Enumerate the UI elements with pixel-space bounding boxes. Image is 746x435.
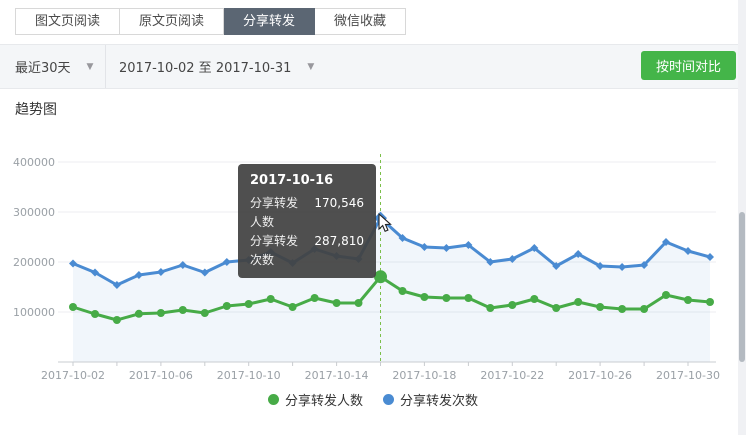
- series-area-fill: [73, 218, 710, 362]
- data-point-share-people[interactable]: [574, 298, 582, 306]
- chart-tooltip: 2017-10-16 分享转发人数 170,546 分享转发次数 287,810: [238, 164, 376, 278]
- tooltip-row: 分享转发次数 287,810: [250, 232, 364, 270]
- filter-bar: 最近30天 ▼ 2017-10-02 至 2017-10-31 ▼ 按时间对比: [0, 44, 746, 89]
- divider: [105, 45, 106, 88]
- x-axis-tick-label: 2017-10-10: [217, 369, 281, 382]
- data-point-share-people[interactable]: [706, 298, 714, 306]
- data-point-share-people[interactable]: [69, 303, 77, 311]
- data-point-share-people[interactable]: [333, 299, 341, 307]
- data-point-share-people[interactable]: [223, 302, 231, 310]
- x-axis-tick-label: 2017-10-18: [392, 369, 456, 382]
- data-point-share-people[interactable]: [596, 303, 604, 311]
- x-axis-tick-label: 2017-10-30: [656, 369, 720, 382]
- analytics-page: 图文页阅读 原文页阅读 分享转发 微信收藏 最近30天 ▼ 2017-10-02…: [0, 0, 746, 435]
- x-axis-tick-label: 2017-10-26: [568, 369, 632, 382]
- date-range-label: 2017-10-02 至 2017-10-31: [119, 57, 291, 76]
- tab-bar: 图文页阅读 原文页阅读 分享转发 微信收藏: [15, 8, 406, 35]
- legend-item-share-people[interactable]: 分享转发人数: [268, 390, 363, 409]
- x-axis-tick-label: 2017-10-02: [41, 369, 105, 382]
- time-range-dropdown[interactable]: 最近30天 ▼: [15, 45, 111, 88]
- data-point-share-people[interactable]: [245, 300, 253, 308]
- legend-dot-green: [268, 394, 279, 405]
- mouse-cursor-icon: [377, 213, 395, 233]
- tab-article-page-reads[interactable]: 图文页阅读: [15, 8, 120, 35]
- data-point-share-people[interactable]: [179, 306, 187, 314]
- data-point-share-people[interactable]: [442, 294, 450, 302]
- data-point-share-people[interactable]: [91, 310, 99, 318]
- data-point-share-people[interactable]: [552, 304, 560, 312]
- data-point-share-people[interactable]: [399, 287, 407, 295]
- y-axis-tick-label: 200000: [13, 256, 55, 269]
- chevron-down-icon: ▼: [307, 62, 314, 72]
- data-point-share-people[interactable]: [355, 299, 363, 307]
- data-point-share-people[interactable]: [464, 294, 472, 302]
- tooltip-series-label: 分享转发次数: [250, 232, 304, 270]
- tooltip-row: 分享转发人数 170,546: [250, 194, 364, 232]
- legend-label: 分享转发次数: [400, 390, 478, 409]
- scrollbar-thumb[interactable]: [739, 212, 745, 362]
- data-point-share-people[interactable]: [289, 303, 297, 311]
- data-point-share-people[interactable]: [530, 295, 538, 303]
- compare-by-time-button[interactable]: 按时间对比: [641, 51, 736, 80]
- legend-label: 分享转发人数: [285, 390, 363, 409]
- data-point-share-people[interactable]: [618, 305, 626, 313]
- tooltip-series-value: 287,810: [314, 232, 364, 270]
- time-range-label: 最近30天: [15, 57, 71, 76]
- tab-wechat-favorites[interactable]: 微信收藏: [315, 8, 406, 35]
- scrollbar-track[interactable]: [738, 0, 746, 435]
- tooltip-series-value: 170,546: [314, 194, 364, 232]
- data-point-share-people[interactable]: [267, 295, 275, 303]
- y-axis-tick-label: 300000: [13, 206, 55, 219]
- tooltip-series-label: 分享转发人数: [250, 194, 304, 232]
- x-axis-tick-label: 2017-10-22: [480, 369, 544, 382]
- tooltip-date: 2017-10-16: [250, 173, 364, 188]
- legend-dot-blue: [383, 394, 394, 405]
- data-point-share-people[interactable]: [640, 305, 648, 313]
- tab-share-forward[interactable]: 分享转发: [224, 8, 315, 35]
- data-point-share-people[interactable]: [662, 291, 670, 299]
- date-range-dropdown[interactable]: 2017-10-02 至 2017-10-31 ▼: [119, 45, 314, 88]
- chart-legend: 分享转发人数 分享转发次数: [0, 390, 746, 409]
- data-point-share-people[interactable]: [113, 316, 121, 324]
- y-axis-tick-label: 400000: [13, 156, 55, 169]
- legend-item-share-times[interactable]: 分享转发次数: [383, 390, 478, 409]
- y-axis-tick-label: 100000: [13, 306, 55, 319]
- section-title-trend-chart: 趋势图: [15, 99, 57, 119]
- data-point-share-people[interactable]: [157, 309, 165, 317]
- data-point-share-people[interactable]: [201, 309, 209, 317]
- data-point-share-people[interactable]: [420, 293, 428, 301]
- x-axis-tick-label: 2017-10-14: [305, 369, 369, 382]
- data-point-share-people[interactable]: [684, 296, 692, 304]
- data-point-share-people[interactable]: [311, 294, 319, 302]
- tab-original-page-reads[interactable]: 原文页阅读: [120, 8, 224, 35]
- data-point-share-people[interactable]: [508, 301, 516, 309]
- data-point-share-people[interactable]: [486, 304, 494, 312]
- data-point-share-people[interactable]: [135, 310, 143, 318]
- x-axis-tick-label: 2017-10-06: [129, 369, 193, 382]
- chevron-down-icon: ▼: [87, 62, 94, 72]
